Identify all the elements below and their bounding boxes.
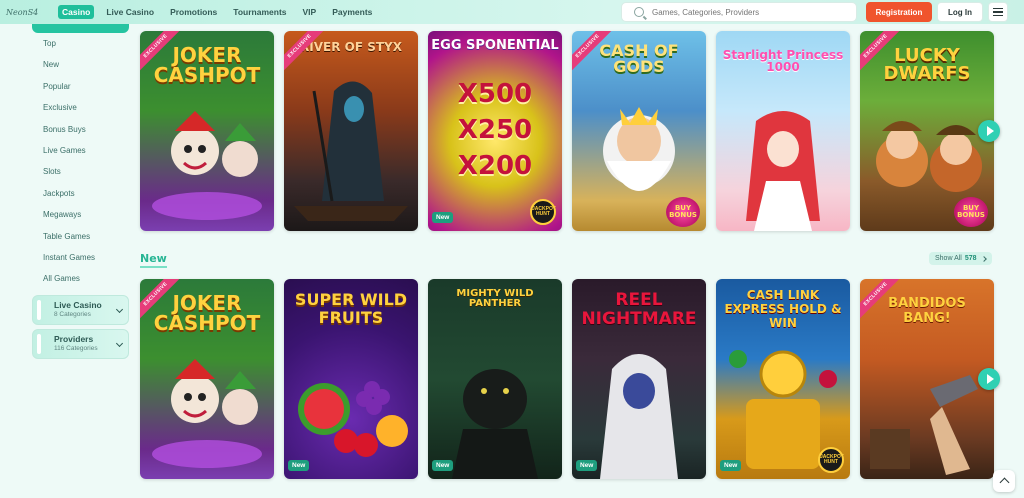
nav-casino[interactable]: Casino — [58, 5, 95, 19]
panther-art — [452, 369, 538, 479]
game-tile-super-wild-fruits[interactable]: SUPER WILD FRUITS New — [284, 279, 418, 479]
search-input[interactable] — [652, 7, 852, 17]
game-title: BANDIDOS BANG! — [888, 296, 966, 326]
game-tile-reel-nightmare[interactable]: REEL NIGHTMARE New — [572, 279, 706, 479]
hamburger-icon — [993, 7, 1003, 10]
menu-button[interactable] — [988, 2, 1008, 22]
sidebar-item-top[interactable]: Top — [43, 38, 95, 59]
sidebar-active-tab[interactable] — [32, 24, 129, 33]
game-title: MIGHTY WILD PANTHER — [456, 288, 534, 309]
game-title: LUCKY DWARFS — [883, 45, 971, 84]
category-list: Top New Popular Exclusive Bonus Buys Liv… — [43, 38, 95, 295]
multiplier-3: X200 — [457, 151, 533, 181]
game-title: Starlight Princess 1000 — [722, 48, 844, 74]
sidebar-item-jackpots[interactable]: Jackpots — [43, 188, 95, 209]
sidebar-group-providers[interactable]: Providers 116 Categories — [32, 329, 129, 359]
game-title: SUPER WILD FRUITS — [294, 290, 408, 328]
sidebar-item-table-games[interactable]: Table Games — [43, 231, 95, 252]
nav-promotions[interactable]: Promotions — [166, 5, 221, 19]
multiplier-2: X250 — [457, 115, 533, 145]
multiplier-1: X500 — [457, 79, 533, 109]
game-title: JOKER CASHPOT — [153, 43, 261, 87]
game-title: JOKER CASHPOT — [153, 291, 261, 335]
site-logo[interactable]: NeonS4 — [6, 8, 54, 17]
sidebar-item-slots[interactable]: Slots — [43, 166, 95, 187]
game-tile-bandidos-bang[interactable]: BANDIDOS BANG! EXCLUSIVE — [860, 279, 994, 479]
new-badge: New — [432, 460, 454, 471]
sidebar-item-live-games[interactable]: Live Games — [43, 145, 95, 166]
show-all-count: 578 — [964, 255, 977, 262]
show-all-button[interactable]: Show All 578 — [929, 252, 992, 265]
game-tile-joker-cashpot[interactable]: JOKER CASHPOT EXCLUSIVE — [140, 31, 274, 231]
new-badge: New — [288, 460, 310, 471]
row1-next-arrow[interactable] — [978, 120, 1000, 142]
group-subtitle: 116 Categories — [54, 345, 98, 352]
sidebar-item-megaways[interactable]: Megaways — [43, 209, 95, 230]
new-badge: New — [720, 460, 742, 471]
buy-bonus-badge: BUY BONUS — [954, 197, 988, 227]
sidebar-item-exclusive[interactable]: Exclusive — [43, 102, 95, 123]
reaper-art — [294, 81, 408, 221]
game-tile-cash-link-express[interactable]: CASH LINK EXPRESS HOLD & WIN New JACKPOT… — [716, 279, 850, 479]
search-box[interactable] — [621, 2, 857, 22]
sidebar-item-new[interactable]: New — [43, 59, 95, 80]
new-badge: New — [576, 460, 598, 471]
game-tile-joker-cashpot-new[interactable]: JOKER CASHPOT EXCLUSIVE — [140, 279, 274, 479]
sidebar-group-live-casino[interactable]: Live Casino 8 Categories — [32, 295, 129, 325]
registration-button[interactable]: Registration — [866, 2, 932, 22]
nav-vip[interactable]: VIP — [299, 5, 321, 19]
game-tile-mighty-wild-panther[interactable]: MIGHTY WILD PANTHER New — [428, 279, 562, 479]
jackpot-hunt-badge: JACKPOT HUNT — [818, 447, 844, 473]
new-badge: New — [432, 212, 454, 223]
group-subtitle: 8 Categories — [54, 311, 91, 318]
game-tile-egg-sponential[interactable]: EGG SPONENTIAL X500 X250 X200 New JACKPO… — [428, 31, 562, 231]
sidebar-item-bonus-buys[interactable]: Bonus Buys — [43, 124, 95, 145]
nav-live-casino[interactable]: Live Casino — [102, 5, 158, 19]
sidebar-item-all-games[interactable]: All Games — [43, 273, 95, 294]
buy-bonus-badge: BUY BONUS — [666, 197, 700, 227]
main-nav: Casino Live Casino Promotions Tournament… — [58, 5, 384, 19]
game-title: CASH LINK EXPRESS HOLD & WIN — [724, 288, 842, 330]
scroll-to-top-button[interactable] — [993, 470, 1015, 492]
jackpot-hunt-badge: JACKPOT HUNT — [530, 199, 556, 225]
sidebar-item-instant-games[interactable]: Instant Games — [43, 252, 95, 273]
sidebar-item-popular[interactable]: Popular — [43, 81, 95, 102]
nav-tournaments[interactable]: Tournaments — [229, 5, 290, 19]
game-tile-river-of-styx[interactable]: RIVER OF STYX EXCLUSIVE — [284, 31, 418, 231]
login-button[interactable]: Log In — [937, 2, 983, 22]
section-title-new: New — [140, 252, 167, 268]
game-tile-cash-of-gods[interactable]: CASH OF GODS EXCLUSIVE BUY BONUS — [572, 31, 706, 231]
game-title: REEL NIGHTMARE — [581, 290, 697, 329]
chevron-right-icon — [980, 255, 987, 262]
game-title: EGG SPONENTIAL — [431, 38, 559, 53]
search-icon — [634, 7, 644, 17]
show-all-label: Show All — [935, 255, 962, 262]
game-tile-lucky-dwarfs[interactable]: LUCKY DWARFS EXCLUSIVE BUY BONUS — [860, 31, 994, 231]
row2-next-arrow[interactable] — [978, 368, 1000, 390]
top-header: NeonS4 Casino Live Casino Promotions Tou… — [0, 0, 1024, 24]
nav-payments[interactable]: Payments — [328, 5, 376, 19]
game-tile-starlight-princess[interactable]: Starlight Princess 1000 — [716, 31, 850, 231]
